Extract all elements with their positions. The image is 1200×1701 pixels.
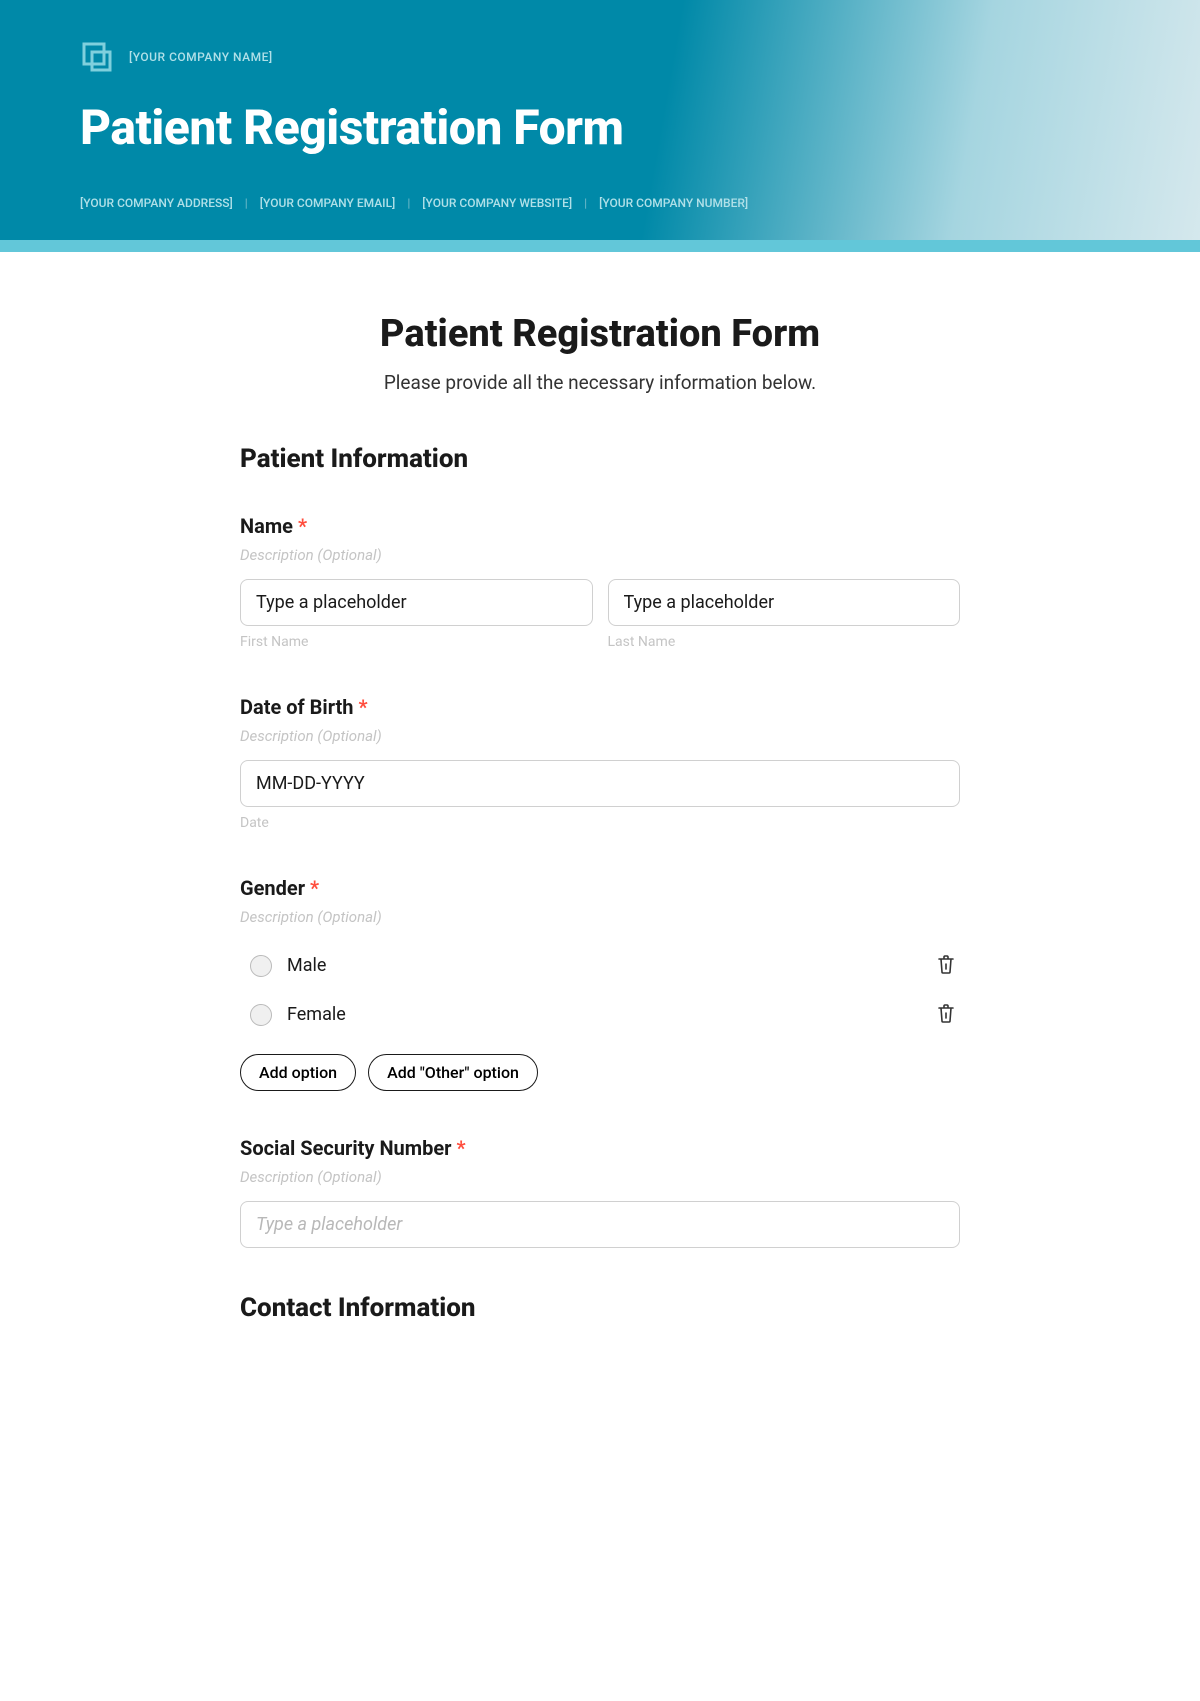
required-marker: * [456,1136,465,1160]
ssn-description: Description (Optional) [240,1168,960,1186]
delete-option-button[interactable] [932,949,960,982]
first-name-input[interactable] [240,579,593,626]
ssn-label: Social Security Number * [240,1136,960,1160]
radio-icon [250,1004,272,1026]
name-description: Description (Optional) [240,546,960,564]
accent-bar [0,240,1200,252]
radio-icon [250,955,272,977]
company-number: [YOUR COMPANY NUMBER] [587,196,760,210]
add-other-option-button[interactable]: Add "Other" option [368,1054,538,1091]
company-email: [YOUR COMPANY EMAIL] [248,196,408,210]
ssn-input[interactable] [240,1201,960,1248]
radio-female-label: Female [287,1004,346,1025]
company-address: [YOUR COMPANY ADDRESS] [80,196,245,210]
radio-row-female: Female [240,990,960,1039]
hero-top-row: [YOUR COMPANY NAME] [80,40,1120,74]
field-name: Name * Description (Optional) First Name… [240,514,960,650]
required-marker: * [358,695,367,719]
radio-option-female[interactable]: Female [240,1004,346,1026]
hero-banner: [YOUR COMPANY NAME] Patient Registration… [0,0,1200,240]
radio-option-male[interactable]: Male [240,955,326,977]
dob-sublabel: Date [240,815,960,831]
company-website: [YOUR COMPANY WEBSITE] [410,196,584,210]
field-dob: Date of Birth * Description (Optional) D… [240,695,960,831]
dob-description: Description (Optional) [240,727,960,745]
field-ssn: Social Security Number * Description (Op… [240,1136,960,1248]
company-name: [YOUR COMPANY NAME] [129,50,273,64]
add-option-button[interactable]: Add option [240,1054,356,1091]
radio-row-male: Male [240,941,960,990]
last-name-input[interactable] [608,579,961,626]
hero-meta: [YOUR COMPANY ADDRESS] | [YOUR COMPANY E… [80,196,1120,210]
field-gender: Gender * Description (Optional) Male [240,876,960,1091]
section-patient-info: Patient Information [240,444,960,474]
gender-description: Description (Optional) [240,908,960,926]
required-marker: * [310,876,319,900]
company-logo-icon [80,40,114,74]
last-name-sublabel: Last Name [608,634,961,650]
delete-option-button[interactable] [932,998,960,1031]
gender-label: Gender * [240,876,960,900]
dob-label: Date of Birth * [240,695,960,719]
trash-icon [936,953,956,975]
form-title: Patient Registration Form [240,312,960,356]
name-label: Name * [240,514,960,538]
form-subtitle: Please provide all the necessary informa… [240,371,960,394]
first-name-sublabel: First Name [240,634,593,650]
form-content: Patient Registration Form Please provide… [220,252,980,1403]
dob-input[interactable] [240,760,960,807]
trash-icon [936,1002,956,1024]
section-contact-info: Contact Information [240,1293,960,1323]
required-marker: * [298,514,307,538]
radio-male-label: Male [287,955,326,976]
hero-title: Patient Registration Form [80,99,1120,156]
